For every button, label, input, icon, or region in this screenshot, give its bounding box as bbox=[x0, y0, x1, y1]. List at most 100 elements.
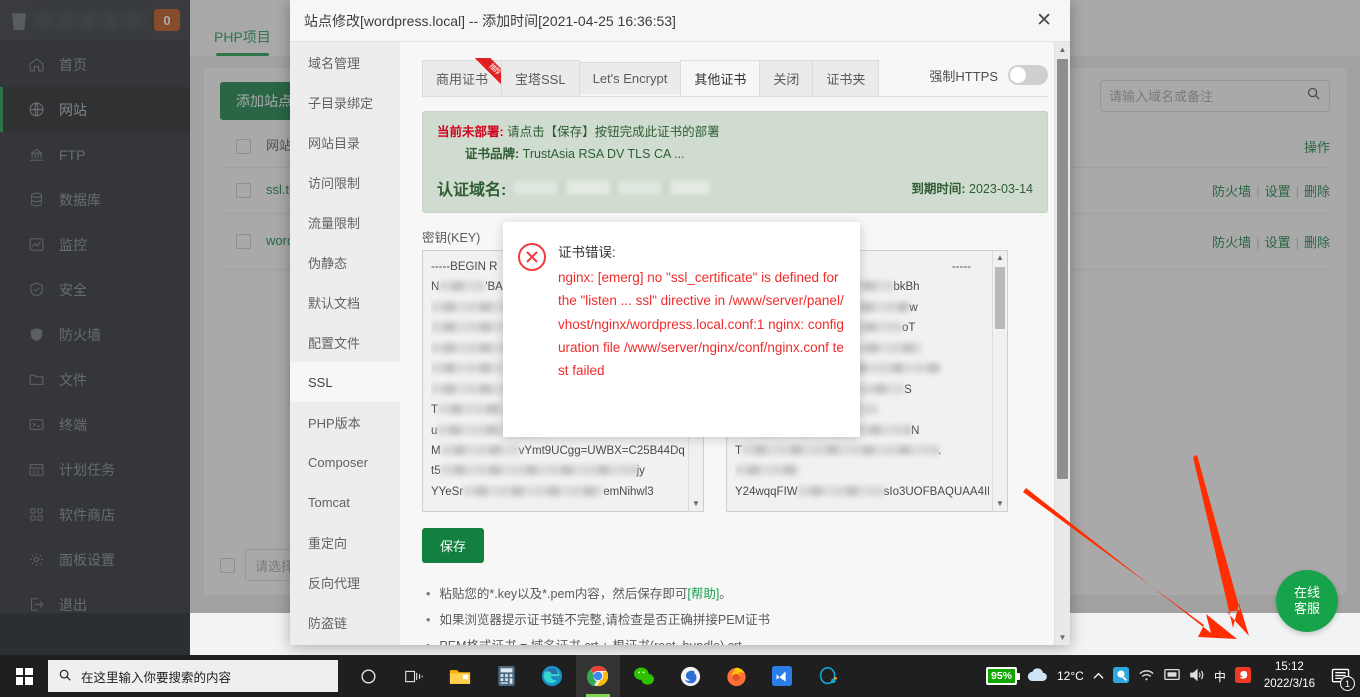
taskbar-app-icons bbox=[346, 655, 850, 697]
notification-center-icon[interactable]: 1 bbox=[1328, 664, 1355, 691]
cert-domain-line: 认证域名: 到期时间: 2023-03-14 bbox=[437, 176, 1033, 200]
ssl-tab-label: 商用证书 bbox=[436, 72, 489, 87]
modal-nav-domain[interactable]: 域名管理 bbox=[290, 42, 400, 82]
bullet-icon: • bbox=[426, 586, 431, 601]
modal-nav-subdir[interactable]: 子目录绑定 bbox=[290, 82, 400, 122]
error-circle-icon bbox=[517, 242, 547, 272]
cert-status-box: 当前未部署: 请点击【保存】按钮完成此证书的部署 证书品牌: TrustAsia… bbox=[422, 111, 1048, 213]
windows-logo-icon bbox=[15, 667, 33, 685]
cortana-icon[interactable] bbox=[346, 655, 390, 697]
ssl-tab-cert-folder[interactable]: 证书夹 bbox=[812, 60, 880, 96]
taskbar-clock[interactable]: 15:12 2022/3/16 bbox=[1260, 659, 1319, 692]
tips-list: • 粘贴您的*.key以及*.pem内容，然后保存即可[帮助]。 • 如果浏览器… bbox=[422, 581, 1048, 645]
cert-domain-label: 认证域名: bbox=[437, 181, 507, 199]
file-explorer-icon[interactable] bbox=[438, 655, 482, 697]
modal-title: 站点修改[wordpress.local] -- 添加时间[2021-04-25… bbox=[304, 12, 676, 29]
error-title: 证书错误: bbox=[558, 245, 616, 260]
certificate-error-popup: 证书错误: nginx: [emerg] no "ssl_certificate… bbox=[503, 222, 860, 437]
modal-nav-config[interactable]: 配置文件 bbox=[290, 322, 400, 362]
scroll-down-icon[interactable]: ▼ bbox=[689, 497, 703, 511]
system-tray: 95% 12°C 中 15:12 2022/3/16 1 bbox=[985, 659, 1360, 692]
start-button[interactable] bbox=[0, 655, 48, 697]
modal-nav-tomcat[interactable]: Tomcat bbox=[290, 482, 400, 522]
task-view-icon[interactable] bbox=[392, 655, 436, 697]
ssl-tab-other-cert[interactable]: 其他证书 bbox=[680, 60, 761, 96]
scroll-thumb[interactable] bbox=[1057, 59, 1068, 479]
calculator-icon[interactable] bbox=[484, 655, 528, 697]
edge-icon[interactable] bbox=[530, 655, 574, 697]
ssl-tab-bt-ssl[interactable]: 宝塔SSL bbox=[501, 60, 580, 96]
volume-icon[interactable] bbox=[1189, 668, 1205, 685]
bullet-icon: • bbox=[426, 613, 431, 627]
battery-indicator[interactable]: 95% bbox=[985, 667, 1021, 685]
ssl-tab-bar: 商用证书 推荐 宝塔SSL Let's Encrypt 其他证书 关闭 证书夹 … bbox=[422, 58, 1048, 97]
tip-text: 粘贴您的*.key以及*.pem内容，然后保存即可 bbox=[439, 586, 688, 601]
pem-line bbox=[735, 461, 989, 481]
bullet-icon: • bbox=[426, 633, 430, 645]
modal-nav-redirect[interactable]: 重定向 bbox=[290, 522, 400, 562]
clock-time: 15:12 bbox=[1275, 661, 1304, 674]
tip-text: 如果浏览器提示证书链不完整,请检查是否正确拼接PEM证书 bbox=[439, 613, 770, 627]
key-line: MvYmt9UCgg=UWBX=C25B44DqkV bbox=[431, 444, 685, 457]
modal-nav: 域名管理 子目录绑定 网站目录 访问限制 流量限制 伪静态 默认文档 配置文件 … bbox=[290, 42, 400, 645]
ssl-tab-commercial[interactable]: 商用证书 推荐 bbox=[422, 58, 514, 96]
search-icon bbox=[58, 668, 72, 685]
not-deployed-line: 当前未部署: 请点击【保存】按钮完成此证书的部署 bbox=[437, 122, 1033, 144]
firefox-icon[interactable] bbox=[714, 655, 758, 697]
modal-nav-composer[interactable]: Composer bbox=[290, 442, 400, 482]
scroll-down-icon[interactable]: ▼ bbox=[1055, 630, 1070, 645]
ssl-tab-lets-encrypt[interactable]: Let's Encrypt bbox=[578, 62, 682, 94]
sogou-browser-icon[interactable] bbox=[668, 655, 712, 697]
help-link[interactable]: [帮助] bbox=[687, 587, 719, 601]
tip-suffix: 。 bbox=[719, 586, 732, 601]
modal-nav-sitedir[interactable]: 网站目录 bbox=[290, 122, 400, 162]
screen: 0 首页 网站 FTP 数据库 监控 安全 防火墙 文件 终端 计划任务 软件商… bbox=[0, 0, 1360, 697]
force-https-toggle[interactable] bbox=[1008, 65, 1048, 85]
force-https-control: 强制HTTPS bbox=[929, 65, 1048, 91]
error-text-block: 证书错误: nginx: [emerg] no "ssl_certificate… bbox=[558, 242, 844, 437]
cert-brand-label: 证书品牌: bbox=[465, 146, 520, 161]
ssl-tab-close[interactable]: 关闭 bbox=[759, 60, 814, 96]
key-line: YYeSr emNihwl3 bbox=[431, 485, 654, 498]
scroll-thumb[interactable] bbox=[995, 266, 1005, 329]
modal-nav-proxy[interactable]: 反向代理 bbox=[290, 562, 400, 602]
list-item: • 粘贴您的*.key以及*.pem内容，然后保存即可[帮助]。 bbox=[426, 581, 1048, 607]
close-icon[interactable]: ✕ bbox=[1032, 11, 1056, 30]
list-item: • PEM格式证书 = 域名证书.crt + 根证书(root_bundle).… bbox=[426, 633, 1048, 645]
cert-expire-label: 到期时间: bbox=[911, 182, 966, 197]
weather-temperature[interactable]: 12°C bbox=[1057, 669, 1084, 683]
modal-nav-traffic[interactable]: 流量限制 bbox=[290, 202, 400, 242]
modal-scrollbar[interactable]: ▲ ▼ bbox=[1054, 42, 1070, 645]
force-https-label: 强制HTTPS bbox=[929, 68, 998, 84]
tray-app-icon[interactable] bbox=[1112, 666, 1129, 686]
notification-count: 1 bbox=[1340, 676, 1355, 691]
modal-nav-php-version[interactable]: PHP版本 bbox=[290, 402, 400, 442]
error-message: nginx: [emerg] no "ssl_certificate" is d… bbox=[558, 270, 844, 379]
scroll-up-icon[interactable]: ▲ bbox=[1055, 42, 1070, 57]
scroll-up-icon[interactable]: ▲ bbox=[993, 251, 1007, 265]
online-support-button[interactable]: 在线 客服 bbox=[1276, 570, 1338, 632]
cert-brand-value: TrustAsia RSA DV TLS CA ... bbox=[522, 146, 685, 161]
modal-nav-default-doc[interactable]: 默认文档 bbox=[290, 282, 400, 322]
scroll-down-icon[interactable]: ▼ bbox=[993, 497, 1007, 511]
cert-brand-line: 证书品牌: TrustAsia RSA DV TLS CA ... bbox=[437, 144, 1033, 166]
taskbar-search-box[interactable]: 在这里输入你要搜索的内容 bbox=[48, 660, 338, 692]
save-button[interactable]: 保存 bbox=[422, 527, 485, 563]
wifi-icon[interactable] bbox=[1138, 668, 1155, 685]
ime-indicator[interactable]: 中 bbox=[1214, 668, 1226, 685]
sogou-input-icon[interactable] bbox=[1234, 666, 1251, 686]
chrome-icon[interactable] bbox=[576, 655, 620, 697]
pem-scrollbar[interactable]: ▲ ▼ bbox=[992, 250, 1007, 511]
modal-nav-antileech[interactable]: 防盗链 bbox=[290, 602, 400, 642]
display-icon[interactable] bbox=[1164, 668, 1180, 684]
tip-text: PEM格式证书 = 域名证书.crt + 根证书(root_bundle).cr… bbox=[439, 633, 741, 645]
modal-nav-rewrite[interactable]: 伪静态 bbox=[290, 242, 400, 282]
modal-nav-ssl[interactable]: SSL bbox=[290, 362, 400, 402]
pem-line: T. bbox=[735, 444, 942, 457]
chevron-up-icon[interactable] bbox=[1093, 669, 1104, 683]
not-deployed-label: 当前未部署: bbox=[437, 125, 504, 139]
app-blue-icon[interactable] bbox=[760, 655, 804, 697]
modal-nav-access[interactable]: 访问限制 bbox=[290, 162, 400, 202]
qq-icon[interactable] bbox=[806, 655, 850, 697]
wechat-icon[interactable] bbox=[622, 655, 666, 697]
